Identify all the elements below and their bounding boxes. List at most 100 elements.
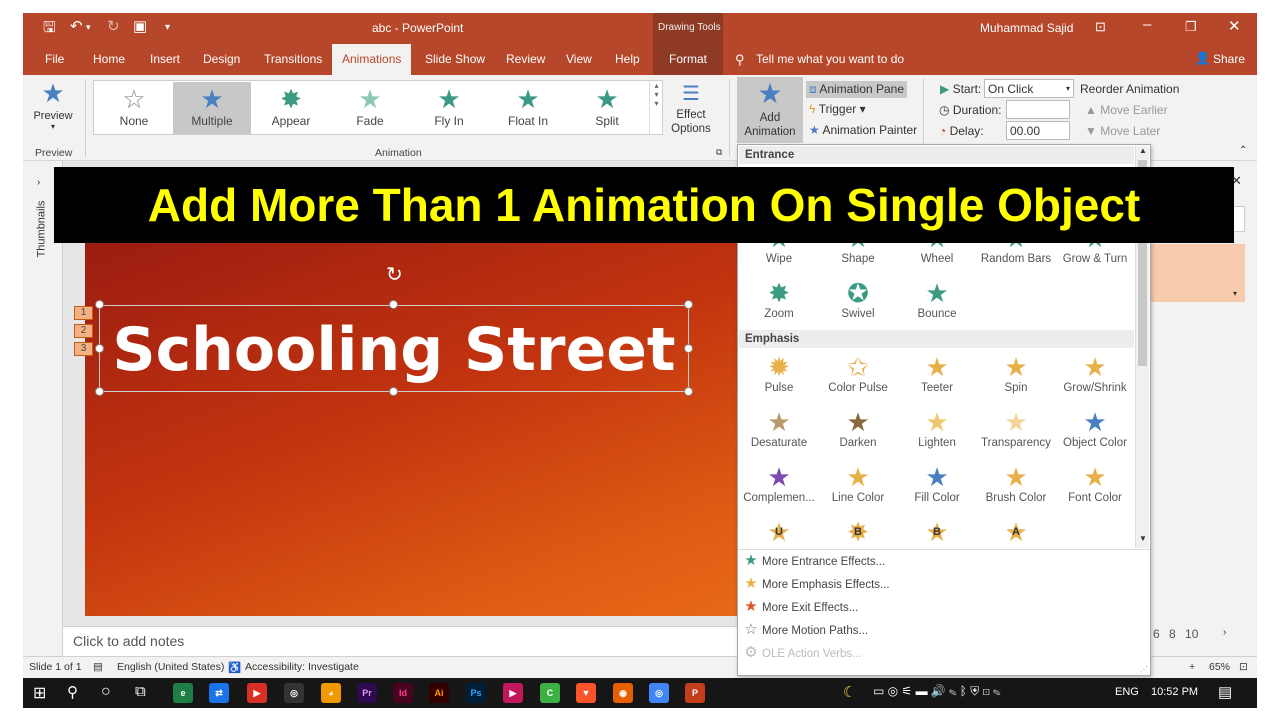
preview-button[interactable]: ★ Preview ▾ [28, 78, 78, 131]
effect-fill-color[interactable]: ★ Fill Color [898, 462, 976, 504]
effect-item-18[interactable]: ★ A [977, 517, 1055, 547]
expand-thumbnails-icon[interactable]: › [37, 177, 40, 188]
add-animation-button[interactable]: ★ Add Animation [737, 77, 803, 143]
animation-list-item[interactable]: ▾ [1151, 244, 1245, 302]
fit-slide-icon[interactable]: ⊡ [1239, 661, 1248, 673]
effect-line-color[interactable]: ★ Line Color [819, 462, 897, 504]
more-effects-item[interactable]: ☆ More Motion Paths... [740, 620, 868, 640]
tab-review[interactable]: Review [502, 44, 549, 75]
effect-brush-color[interactable]: ★ Brush Color [977, 462, 1055, 504]
collapse-ribbon-icon[interactable]: ⌃ [1239, 145, 1247, 156]
tab-home[interactable]: Home [89, 44, 129, 75]
chevron-right-icon[interactable]: › [1223, 627, 1226, 638]
gallery-item-fade[interactable]: ★ Fade [331, 82, 409, 134]
clock[interactable]: 10:52 PM [1151, 686, 1198, 698]
tab-design[interactable]: Design [199, 44, 244, 75]
tab-insert[interactable]: Insert [146, 44, 184, 75]
move-earlier-button[interactable]: ▲ Move Earlier [1085, 103, 1168, 117]
illustrator-icon[interactable]: Ai [429, 683, 449, 703]
brave-icon[interactable]: ▼ [576, 683, 596, 703]
resize-handle[interactable] [684, 300, 693, 309]
slide-canvas[interactable]: Schooling Street ↻ [85, 240, 765, 616]
camtasia-icon[interactable]: C [540, 683, 560, 703]
animation-painter-button[interactable]: ★ Animation Painter [809, 123, 917, 137]
effect-zoom[interactable]: ✸ Zoom [740, 278, 818, 320]
effect-spin[interactable]: ★ Spin [977, 352, 1055, 394]
effect-bounce[interactable]: ★ Bounce [898, 278, 976, 320]
tab-slide-show[interactable]: Slide Show [421, 44, 489, 75]
effect-font-color[interactable]: ★ Font Color [1056, 462, 1134, 504]
share-icon[interactable]: 👤 [1195, 51, 1210, 65]
gallery-item-float-in[interactable]: ★ Float In [489, 82, 567, 134]
effect-lighten[interactable]: ★ Lighten [898, 407, 976, 449]
language-indicator[interactable]: English (United States) [117, 661, 224, 673]
minimize-icon[interactable]: – [1143, 16, 1151, 33]
language-tray[interactable]: ENG [1115, 686, 1139, 698]
resize-handle[interactable] [684, 387, 693, 396]
tab-transitions[interactable]: Transitions [260, 44, 326, 75]
animation-tag[interactable]: 2 [74, 324, 93, 338]
effect-item-16[interactable]: ✸ B [819, 517, 897, 547]
weather-icon[interactable]: ☾ [843, 683, 856, 701]
gallery-scroll[interactable]: ▴ ▾ ▾ [649, 81, 663, 134]
teamviewer-icon[interactable]: ⇄ [209, 683, 229, 703]
obs-icon[interactable]: ◎ [284, 683, 304, 703]
effect-color-pulse[interactable]: ✩ Color Pulse [819, 352, 897, 394]
more-effects-item[interactable]: ★ More Exit Effects... [740, 597, 858, 617]
delay-spinner[interactable]: 00.00 [1006, 121, 1070, 140]
move-later-button[interactable]: ▼ Move Later [1085, 124, 1160, 138]
media-player-icon[interactable]: ▶ [503, 683, 523, 703]
undo-dropdown-icon[interactable]: ▾ [86, 22, 91, 33]
animation-tag[interactable]: 3 [74, 342, 93, 356]
effect-grow-shrink[interactable]: ★ Grow/Shrink [1056, 352, 1134, 394]
tab-view[interactable]: View [562, 44, 596, 75]
resize-grip-icon[interactable]: ⋰ [1140, 665, 1148, 674]
duration-spinner[interactable] [1006, 100, 1070, 119]
tray-icons[interactable]: ▭ ◎ ⚟ ▬ 🔊 ✎ ᛒ ⛨ ⊡ ✎ [873, 684, 1000, 699]
gallery-item-appear[interactable]: ✸ Appear [252, 82, 330, 134]
tab-format[interactable]: Format [653, 44, 723, 75]
more-effects-item[interactable]: ★ More Emphasis Effects... [740, 574, 889, 594]
gallery-item-split[interactable]: ★ Split [568, 82, 646, 134]
tell-me-search[interactable]: Tell me what you want to do [756, 52, 904, 66]
resize-handle[interactable] [95, 300, 104, 309]
user-name[interactable]: Muhammad Sajid [980, 21, 1073, 35]
effect-item-17[interactable]: ★ B [898, 517, 976, 547]
gallery-item-fly-in[interactable]: ★ Fly In [410, 82, 488, 134]
recorder-icon[interactable]: ▶ [247, 683, 267, 703]
edge-icon[interactable]: e [173, 683, 193, 703]
resize-handle[interactable] [95, 387, 104, 396]
zoom-level[interactable]: 65% [1209, 661, 1230, 673]
start-select[interactable]: On Click ▾ [984, 79, 1074, 98]
gallery-item-multiple[interactable]: ★ Multiple [173, 82, 251, 134]
scroll-up-icon[interactable]: ▲ [1139, 146, 1147, 155]
firefox-icon[interactable]: ◉ [613, 683, 633, 703]
redo-icon[interactable]: ↻ [107, 17, 120, 35]
restore-icon[interactable]: ❐ [1185, 19, 1197, 35]
effect-desaturate[interactable]: ★ Desaturate [740, 407, 818, 449]
spellcheck-icon[interactable]: ▤ [93, 661, 103, 673]
animation-pane-button[interactable]: ⧈ Animation Pane [806, 81, 908, 98]
undo-icon[interactable]: ↶ [70, 17, 83, 35]
tab-help[interactable]: Help [611, 44, 644, 75]
cortana-icon[interactable]: ○ [101, 683, 111, 701]
dialog-launcher-icon[interactable]: ⧉ [716, 147, 722, 158]
premiere-icon[interactable]: Pr [357, 683, 377, 703]
resize-handle[interactable] [95, 344, 104, 353]
close-icon[interactable]: ✕ [1228, 17, 1241, 35]
customize-qat-icon[interactable]: ▾ [165, 22, 170, 33]
effect-swivel[interactable]: ✪ Swivel [819, 278, 897, 320]
accessibility-status[interactable]: Accessibility: Investigate [245, 661, 359, 673]
save-icon[interactable]: 🖫 [43, 17, 56, 42]
notifications-icon[interactable]: ▤ [1218, 683, 1232, 701]
chrome-icon[interactable]: ◎ [649, 683, 669, 703]
indesign-icon[interactable]: Id [393, 683, 413, 703]
present-icon[interactable]: ▣ [133, 17, 147, 35]
zoom-in-icon[interactable]: + [1189, 661, 1195, 673]
resize-handle[interactable] [389, 387, 398, 396]
tab-animations[interactable]: Animations [332, 44, 412, 75]
scroll-down-icon[interactable]: ▼ [1139, 534, 1147, 543]
trigger-button[interactable]: ϟ Trigger ▾ [809, 102, 866, 116]
effect-object-color[interactable]: ★ Object Color [1056, 407, 1134, 449]
search-icon[interactable]: ⚲ [67, 683, 78, 701]
